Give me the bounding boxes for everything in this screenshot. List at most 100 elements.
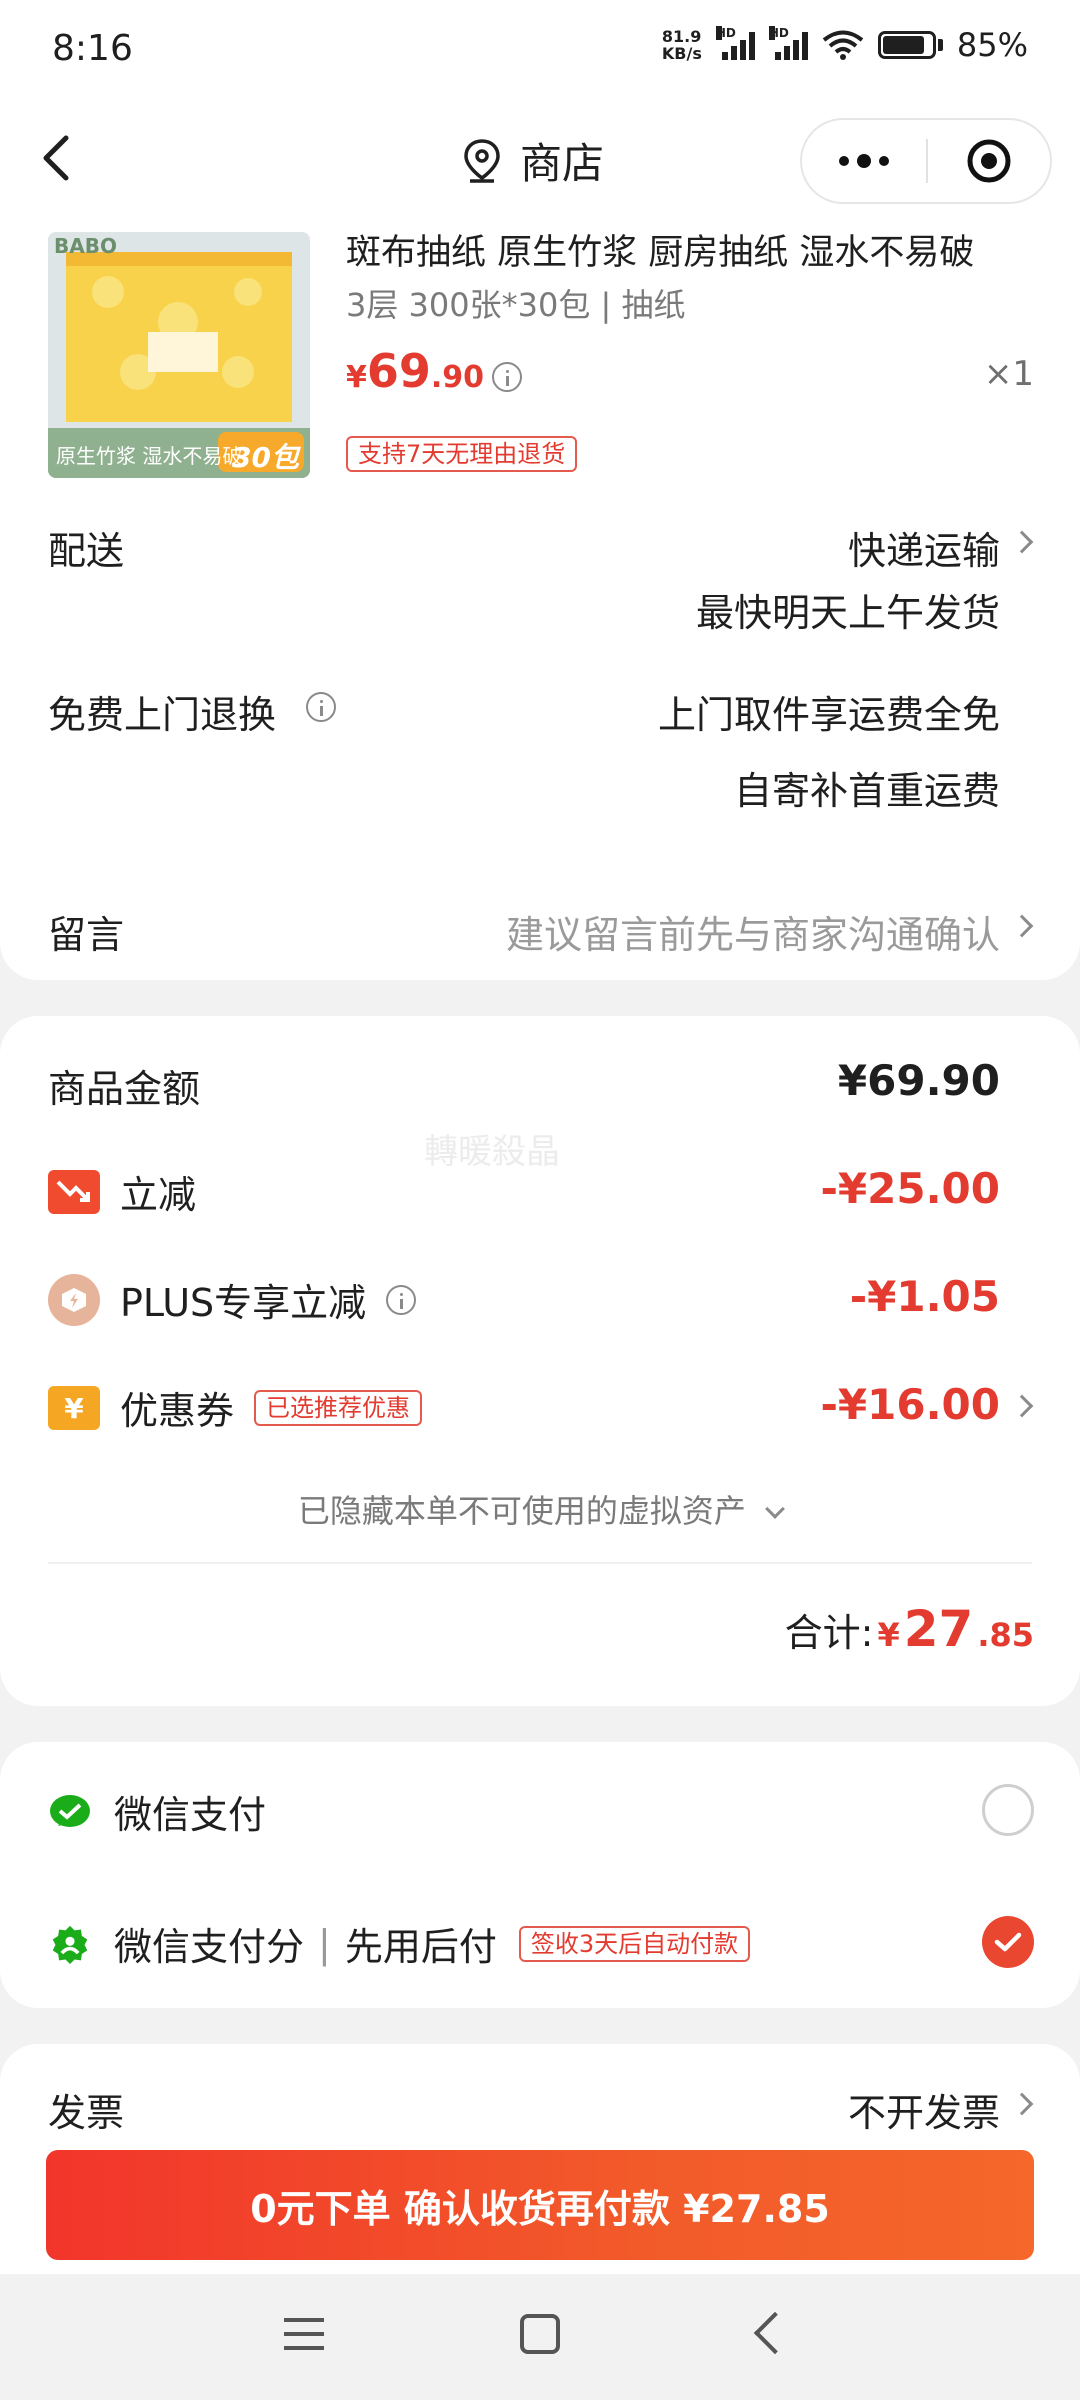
hidden-assets-toggle[interactable]: 已隐藏本单不可使用的虚拟资产 (0, 1486, 1080, 1532)
network-speed-unit: KB/s (661, 44, 702, 63)
note-label: 留言 (48, 913, 125, 957)
nav-title: 商店 (520, 139, 605, 188)
payment-option-wechat-score[interactable]: 微信支付分 | 先用后付 签收3天后自动付款 (48, 1916, 751, 1971)
network-speed-value: 81.9 (661, 27, 702, 46)
nav-title-wrap[interactable]: 商店 (462, 130, 604, 191)
discount-amount: -¥25.00 (820, 1164, 1000, 1213)
more-dot (839, 156, 849, 166)
goods-amount-value: ¥69.90 (837, 1056, 1000, 1105)
product-brand: BABO (54, 234, 117, 258)
payment-separator: | (318, 1921, 331, 1966)
free-return-label: 免费上门退换 (48, 693, 277, 737)
payment-option-wechat[interactable]: 微信支付 (48, 1784, 266, 1839)
network-speed: 81.9 KB/s (662, 28, 702, 62)
free-return-info-icon[interactable] (306, 692, 336, 722)
price-down-icon (48, 1169, 100, 1214)
check-icon (994, 1932, 1022, 1952)
product-quantity: ×1 (983, 354, 1034, 394)
plus-discount-row: PLUS专享立减 (48, 1272, 417, 1327)
wechat-pay-radio[interactable] (982, 1784, 1034, 1836)
product-spec: 3层 300张*30包 | 抽纸 (346, 286, 686, 324)
signal-hd-label: HD (715, 26, 736, 40)
back-icon[interactable] (30, 128, 90, 188)
target-icon (967, 139, 1011, 183)
plus-discount-amount: -¥1.05 (849, 1272, 1000, 1321)
shipping-time: 最快明天上午发货 (695, 591, 1000, 635)
total-label: 合计: (784, 1611, 874, 1655)
payment-method-card: 微信支付 微信支付分 | 先用后付 签收3天后自动付款 (0, 1742, 1080, 2008)
hidden-assets-text: 已隐藏本单不可使用的虚拟资产 (297, 1492, 746, 1530)
plus-badge-icon (48, 1273, 100, 1326)
chevron-right-icon[interactable] (1010, 2092, 1034, 2116)
discount-label: 立减 (120, 1173, 197, 1217)
order-total: 合计: ¥ 27 .85 (785, 1600, 1034, 1658)
goods-amount-row: 商品金额 (48, 1058, 200, 1113)
signal-hd-label-2: HD (768, 26, 789, 40)
svg-text:¥: ¥ (64, 1392, 84, 1425)
system-navigation-bar (0, 2274, 1080, 2400)
invoice-value[interactable]: 不开发票 (848, 2082, 1000, 2137)
coupon-amount[interactable]: -¥16.00 (820, 1380, 1000, 1429)
chevron-right-icon[interactable] (1010, 530, 1034, 554)
product-image-pack: 30包 (232, 441, 299, 474)
product-image-caption: 原生竹浆 湿水不易破 (56, 444, 243, 468)
wechat-pay-score-icon (52, 1925, 88, 1964)
total-integer: 27 (903, 1600, 974, 1658)
battery-percent: 85% (956, 26, 1028, 64)
more-dot (857, 154, 871, 168)
shipping-method[interactable]: 快递运输 (848, 520, 1000, 575)
action-bar: 0元下单 确认收货再付款 ¥27.85 (0, 2130, 1080, 2274)
product-title[interactable]: 斑布抽纸 原生竹浆 厨房抽纸 湿水不易破 (346, 224, 1036, 272)
coupon-icon: ¥ (48, 1385, 100, 1430)
plus-info-icon[interactable] (386, 1284, 417, 1315)
divider (48, 1562, 1032, 1564)
watermark: 轉暖殺晶 (424, 1132, 560, 1172)
status-icons: 81.9 KB/s HD HD 85% (662, 26, 1028, 64)
nav-bar: 商店 (0, 100, 1080, 224)
chevron-right-icon[interactable] (1010, 1394, 1034, 1418)
battery-icon (877, 31, 943, 59)
submit-order-button[interactable]: 0元下单 确认收货再付款 ¥27.85 (46, 2150, 1034, 2260)
wechat-score-radio[interactable] (982, 1916, 1034, 1968)
status-bar: 8:16 81.9 KB/s HD HD 85% (0, 0, 1080, 100)
signal-icon-2: HD (768, 26, 808, 60)
more-dot (879, 156, 889, 166)
order-details-card: BABO 原生竹浆 湿水不易破 30包 斑布抽纸 原生竹浆 厨房抽纸 湿水不易破… (0, 224, 1080, 980)
pay-later-badge: 签收3天后自动付款 (518, 1925, 751, 1962)
free-return-line2: 自寄补首重运费 (733, 769, 1000, 813)
coupon-label: 优惠券 (120, 1389, 235, 1433)
status-time: 8:16 (52, 28, 133, 69)
return-policy-badge: 支持7天无理由退货 (346, 436, 578, 472)
price-info-icon[interactable] (492, 362, 522, 392)
coupon-row[interactable]: ¥ 优惠券 已选推荐优惠 (48, 1380, 423, 1435)
price-integer: 69 (366, 344, 431, 398)
chevron-right-icon[interactable] (1010, 914, 1034, 938)
price-summary-card: 轉暖殺晶 商品金额 ¥69.90 立减 -¥25.00 PLUS专享立减 -¥1… (0, 1016, 1080, 1706)
home-icon[interactable] (520, 2314, 560, 2354)
wifi-icon (822, 30, 864, 60)
recent-apps-icon[interactable] (284, 2318, 324, 2354)
wechat-pay-icon (50, 1794, 90, 1827)
goods-amount-label: 商品金额 (48, 1067, 201, 1111)
product-image[interactable]: BABO 原生竹浆 湿水不易破 30包 (48, 232, 310, 478)
wechat-score-label: 微信支付分 (114, 1925, 305, 1969)
free-return-line1: 上门取件享运费全免 (657, 693, 1000, 737)
price-decimal: .90 (430, 360, 485, 395)
more-button[interactable] (802, 120, 926, 202)
total-symbol: ¥ (877, 1616, 900, 1654)
note-input[interactable]: 建议留言前先与商家沟通确认 (506, 904, 1000, 959)
close-mini-program-button[interactable] (928, 137, 1050, 185)
plus-discount-label: PLUS专享立减 (120, 1281, 367, 1325)
product-price: ¥ 69 .90 (346, 344, 484, 398)
shipping-label: 配送 (48, 529, 125, 573)
signal-icon: HD (715, 26, 755, 60)
mini-program-capsule (800, 118, 1052, 204)
total-decimal: .85 (977, 1616, 1034, 1654)
chevron-down-icon (765, 1499, 785, 1519)
discount-row: 立减 (48, 1164, 196, 1219)
location-pin-icon (464, 138, 500, 183)
system-back-icon[interactable] (753, 2311, 797, 2355)
coupon-badge: 已选推荐优惠 (254, 1389, 423, 1426)
price-symbol: ¥ (346, 360, 367, 395)
pay-later-label: 先用后付 (344, 1925, 497, 1969)
